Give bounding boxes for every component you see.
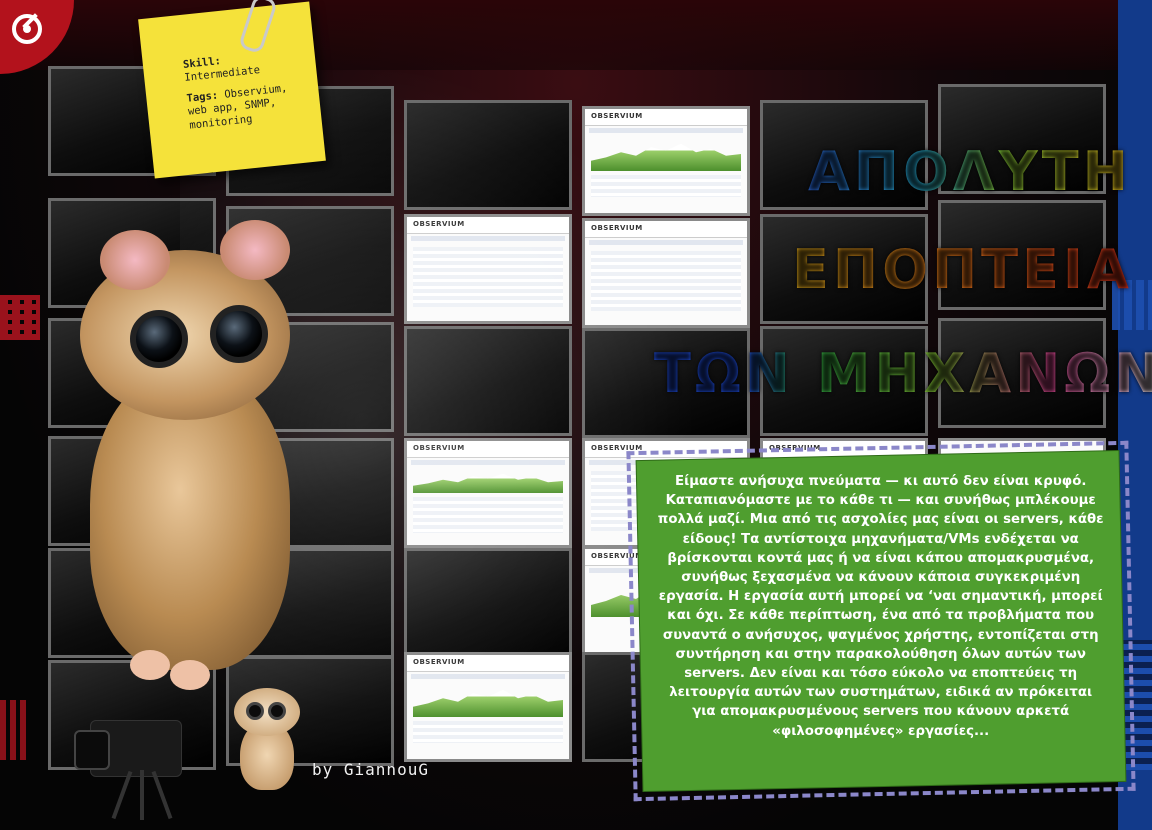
observium-logo: OBSERVIUM [769,444,821,452]
title-line-3: ΤΩΝ ΜΗΧΑΝΩΝ [654,342,1152,405]
video-camera-illustration [74,700,200,820]
pixel-decoration [0,295,40,340]
intro-text: Είμαστε ανήσυχα πνεύματα — κι αυτό δεν ε… [657,474,1104,739]
target-icon [12,14,42,44]
title-line-2: ΕΠΟΠΤΕΙΑ [792,238,1133,301]
author-byline: by GiannouG [312,760,429,779]
tags-value: Observium, web app, SNMP, monitoring [187,82,288,132]
sticky-note: Skill: Intermediate Tags: Observium, web… [138,1,326,179]
pixel-decoration [0,700,28,760]
title-line-1: ΑΠΟΛΥΤΗ [808,140,1132,203]
intro-box: Είμαστε ανήσυχα πνεύματα — κι αυτό δεν ε… [636,450,1126,792]
goggles-icon [130,310,188,368]
small-hamster-illustration [232,680,302,790]
magazine-page: OBSERVIUM OBSERVIUM OBSERVIUM OBSERVIUM [0,0,1152,830]
hamster-illustration [70,220,300,700]
